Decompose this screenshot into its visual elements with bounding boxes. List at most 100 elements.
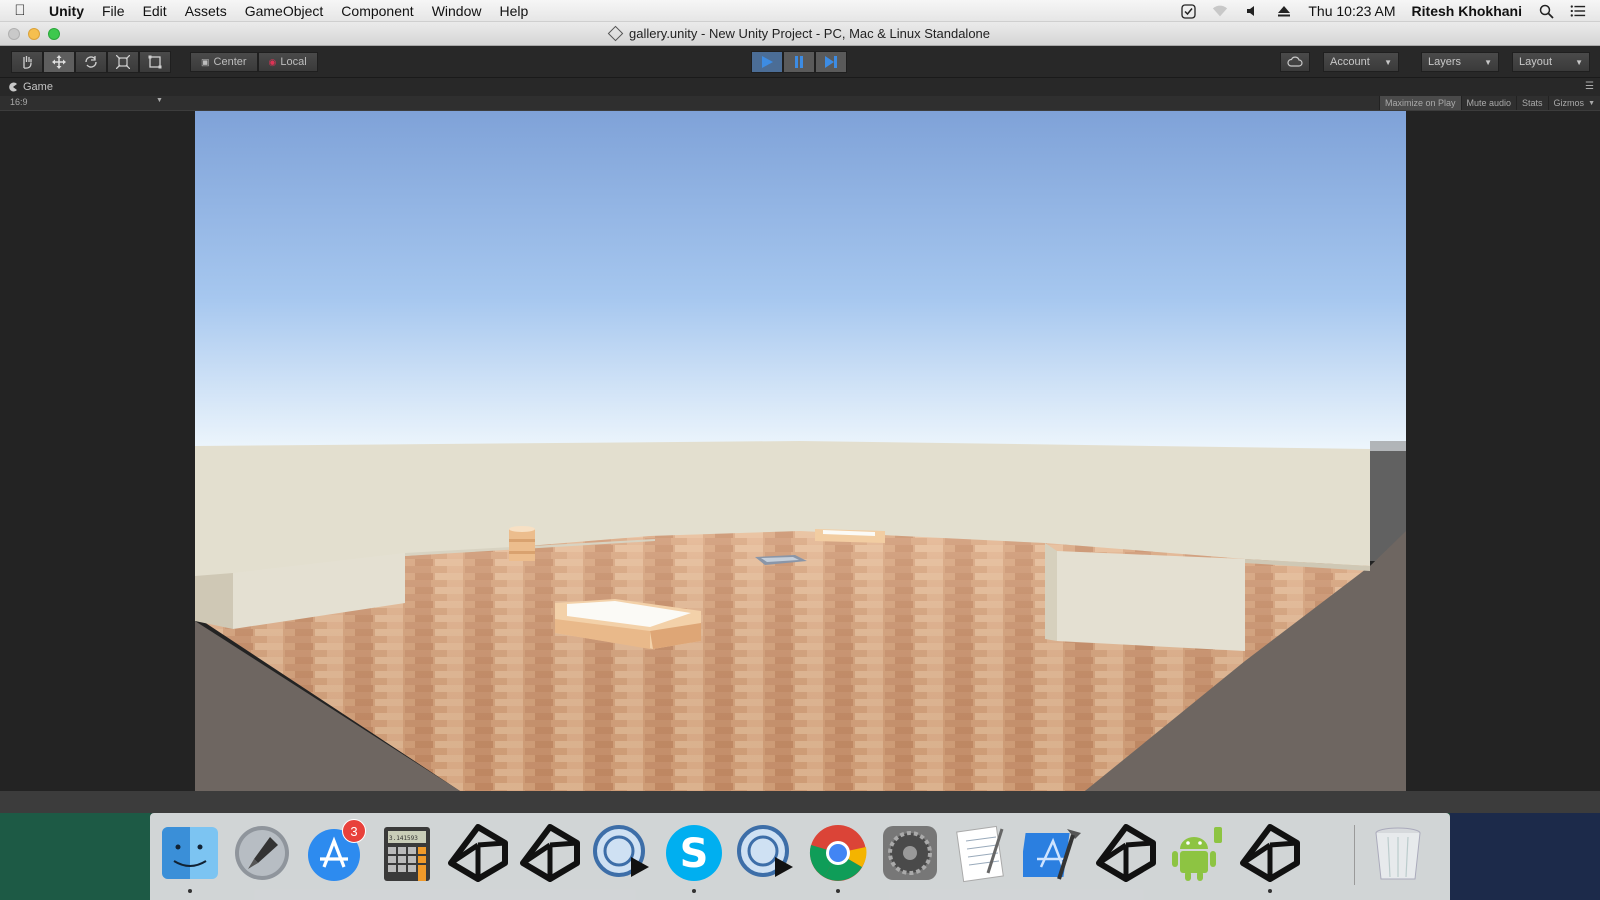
dock-separator <box>1354 825 1355 885</box>
layout-label: Layout <box>1519 56 1553 68</box>
menu-help[interactable]: Help <box>490 3 537 19</box>
scale-tool-button[interactable] <box>107 51 139 73</box>
eject-icon[interactable] <box>1276 3 1292 19</box>
minimize-window-button[interactable] <box>28 28 40 40</box>
volume-icon[interactable] <box>1244 3 1260 19</box>
unity-icon <box>448 824 508 882</box>
tab-game[interactable]: Game <box>8 81 53 93</box>
dock-item-android-file-transfer[interactable] <box>1166 821 1230 885</box>
close-window-button[interactable] <box>8 28 20 40</box>
layers-dropdown[interactable]: Layers ▼ <box>1421 52 1499 72</box>
running-indicator <box>692 889 696 893</box>
chevron-down-icon: ▼ <box>1575 57 1583 67</box>
dock-item-system-preferences[interactable] <box>878 821 942 885</box>
pivot-local-button[interactable]: ◉ Local <box>257 52 318 72</box>
pivot-center-label: Center <box>213 56 247 68</box>
playmode-controls <box>751 51 847 73</box>
cloud-icon <box>1287 56 1303 67</box>
zoom-window-button[interactable] <box>48 28 60 40</box>
wifi-icon[interactable] <box>1212 3 1228 19</box>
scale-icon <box>116 55 130 69</box>
tab-options-icon[interactable]: ☰ <box>1585 81 1594 92</box>
account-dropdown[interactable]: Account ▼ <box>1323 52 1399 72</box>
pause-button[interactable] <box>783 51 815 73</box>
dock-item-remote-desktop-1[interactable] <box>590 821 654 885</box>
dock-item-remote-desktop-2[interactable] <box>734 821 798 885</box>
running-indicator <box>1268 889 1272 893</box>
textedit-icon <box>956 825 1004 883</box>
dock-item-unity-3[interactable] <box>1094 821 1158 885</box>
spotlight-search-icon[interactable] <box>1538 3 1554 19</box>
menu-edit[interactable]: Edit <box>134 3 176 19</box>
layout-dropdown[interactable]: Layout ▼ <box>1512 52 1590 72</box>
menu-file[interactable]: File <box>93 3 134 19</box>
step-icon <box>825 56 837 68</box>
chrome-icon <box>809 825 867 881</box>
desktop-wallpaper-left <box>0 813 150 900</box>
dock-item-skype[interactable]: S <box>662 821 726 893</box>
step-button[interactable] <box>815 51 847 73</box>
dock-item-textedit[interactable] <box>950 821 1014 885</box>
game-viewport[interactable] <box>195 111 1406 791</box>
menu-app-unity[interactable]: Unity <box>40 3 93 19</box>
move-tool-button[interactable] <box>43 51 75 73</box>
pivot-toggle-group: ▣ Center ◉ Local <box>190 52 318 72</box>
app-store-badge: 3 <box>342 819 366 843</box>
left-partition-side <box>195 573 233 629</box>
collab-cloud-button[interactable] <box>1280 52 1310 72</box>
window-title: gallery.unity - New Unity Project - PC, … <box>628 26 991 41</box>
stats-toggle[interactable]: Stats <box>1516 96 1548 110</box>
pivot-center-button[interactable]: ▣ Center <box>190 52 258 72</box>
menubar-user[interactable]: Ritesh Khokhani <box>1412 3 1522 19</box>
game-tab-bar: Game ☰ <box>0 78 1600 96</box>
gizmos-dropdown[interactable]: Gizmos ▼ <box>1547 96 1600 110</box>
unity-icon <box>1240 824 1300 882</box>
chevron-down-icon: ▼ <box>156 97 163 104</box>
gizmos-label: Gizmos <box>1553 98 1585 108</box>
notification-center-icon[interactable] <box>1570 3 1586 19</box>
dock-item-launchpad[interactable] <box>230 821 294 885</box>
dock-item-unity-4[interactable] <box>1238 821 1302 893</box>
launchpad-icon <box>235 826 289 880</box>
aspect-ratio-dropdown[interactable]: 16:9 <box>10 97 28 107</box>
mute-audio-toggle[interactable]: Mute audio <box>1460 96 1517 110</box>
pivot-local-label: Local <box>280 56 307 68</box>
play-button[interactable] <box>751 51 783 73</box>
wood-stool <box>509 526 535 561</box>
rotate-tool-button[interactable] <box>75 51 107 73</box>
apple-icon[interactable]:  <box>0 2 40 19</box>
game-view-background <box>0 111 1600 791</box>
unity-icon <box>520 824 580 882</box>
dock-item-chrome[interactable] <box>806 821 870 893</box>
menu-bar:  Unity File Edit Assets GameObject Comp… <box>0 0 1600 22</box>
dock-item-xcode[interactable] <box>1022 821 1086 885</box>
rect-tool-button[interactable] <box>139 51 171 73</box>
dock-item-trash[interactable] <box>1366 821 1430 885</box>
hand-tool-button[interactable] <box>11 51 43 73</box>
pivot-center-icon: ▣ <box>201 56 210 67</box>
game-view-controlbar: 16:9 ▼ Maximize on Play Mute audio Stats… <box>0 96 1600 110</box>
menu-gameobject[interactable]: GameObject <box>236 3 333 19</box>
maximize-on-play-toggle[interactable]: Maximize on Play <box>1378 96 1461 110</box>
dock: 3 3.141593 S <box>150 813 1450 900</box>
unity-toolbar: ▣ Center ◉ Local Account ▼ Layers ▼ Layo… <box>0 46 1600 78</box>
dock-item-finder[interactable] <box>158 821 222 893</box>
xcode-icon <box>1023 829 1081 880</box>
center-right-wall-face <box>1057 551 1245 651</box>
chevron-down-icon: ▼ <box>1484 57 1492 67</box>
pivot-local-icon: ◉ <box>268 56 277 67</box>
dock-item-calculator[interactable]: 3.141593 <box>374 821 438 885</box>
game-scene <box>195 111 1406 791</box>
menu-window[interactable]: Window <box>423 3 491 19</box>
menubar-clock[interactable]: Thu 10:23 AM <box>1308 3 1395 19</box>
menu-assets[interactable]: Assets <box>176 3 236 19</box>
unity-icon <box>1096 824 1156 882</box>
window-controls <box>8 28 60 40</box>
dock-item-unity-1[interactable] <box>446 821 510 885</box>
checkmark-status-icon[interactable] <box>1180 3 1196 19</box>
chevron-down-icon: ▼ <box>1588 99 1595 107</box>
rect-icon <box>148 55 162 69</box>
dock-item-app-store[interactable]: 3 <box>302 819 366 885</box>
menu-component[interactable]: Component <box>332 3 422 19</box>
dock-item-unity-2[interactable] <box>518 821 582 885</box>
